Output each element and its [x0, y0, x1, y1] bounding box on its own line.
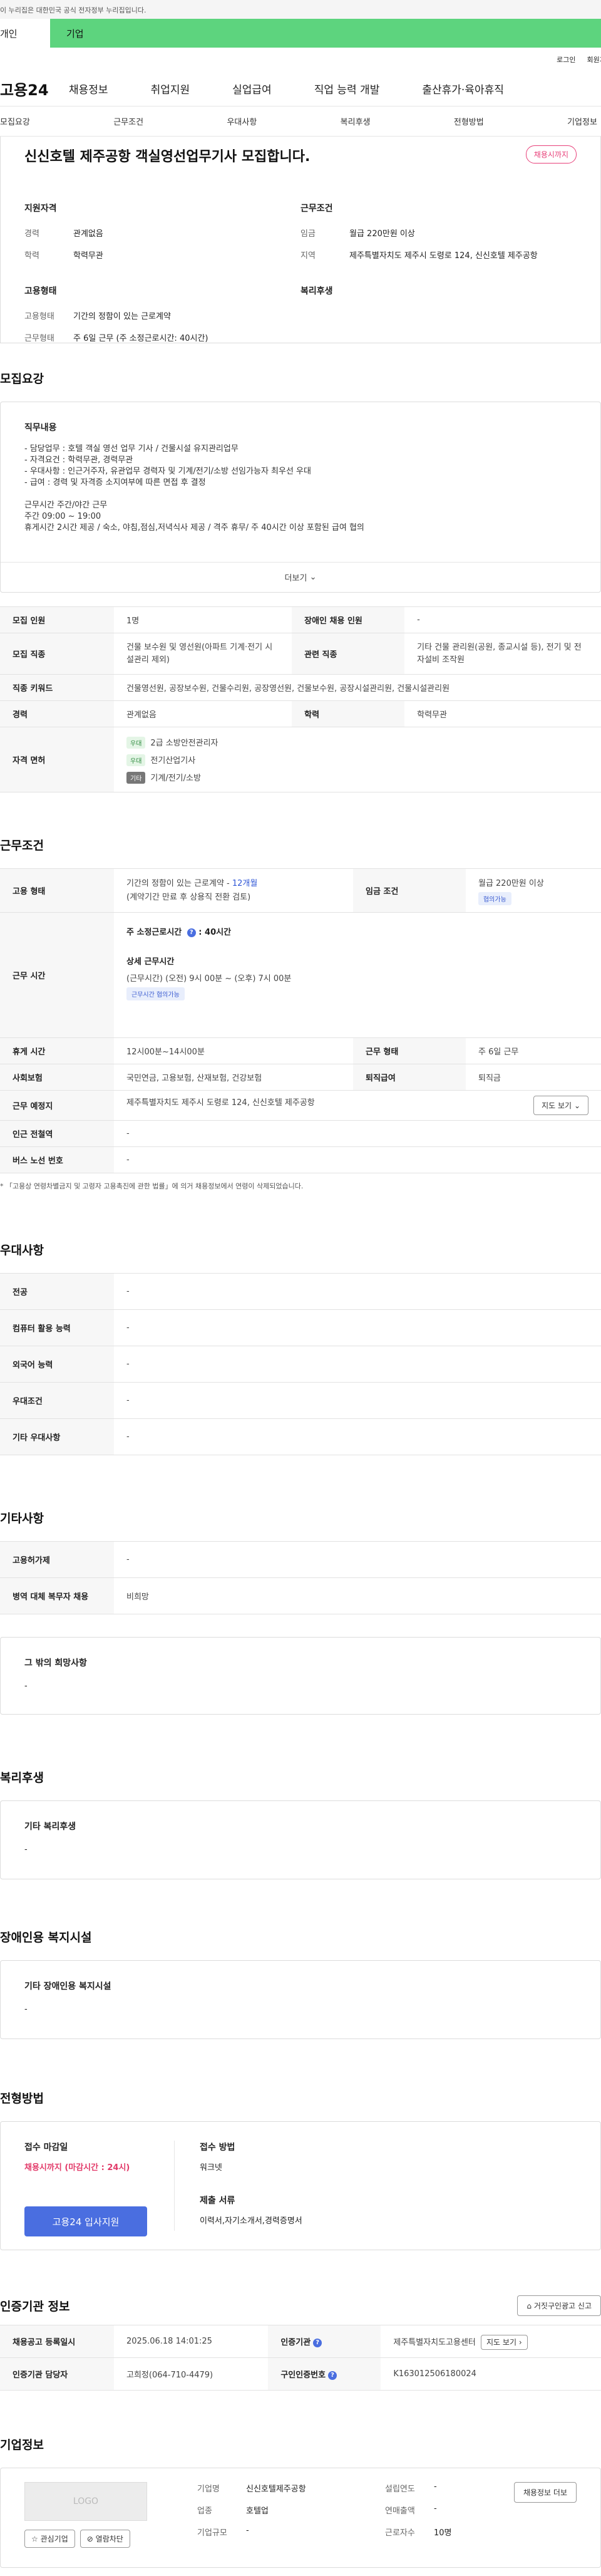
subnav-pref[interactable]: 우대사항	[227, 115, 257, 127]
disabled-fac-section-title: 장애인용 복지시설	[0, 1931, 92, 1945]
gnb-leave[interactable]: 출산휴가·육아휴직	[422, 81, 504, 96]
subnav-work[interactable]: 근무조건	[113, 115, 143, 127]
gnb-unemployment-benefit[interactable]: 실업급여	[232, 81, 272, 96]
info-icon[interactable]: ?	[313, 2338, 322, 2347]
condition-block: 근무조건 임금 월급 220만원 이상 지역 제주특별자치도 제주시 도령로 124…	[300, 204, 538, 261]
info-icon[interactable]: ?	[328, 2371, 337, 2380]
recruit-table: 모집 인원 1명 장애인 채용 인원 - 모집 직종 건물 보수원 및 영선원(…	[0, 606, 601, 792]
more-button[interactable]: 더보기 ⌄	[1, 562, 600, 592]
company-logo-block: LOGO ☆ 관심기업 ⊘ 열람차단	[24, 2482, 197, 2553]
method-block: 접수 방법 워크넷 제출 서류 이력서,자기소개서,경력증명서	[200, 2142, 302, 2226]
gov-banner: 이 누리집은 대한민국 공식 전자정부 누리집입니다.	[0, 0, 601, 19]
work-table: 고용 형태 기간의 정함이 있는 근로계약 - 12개월 (계약기간 만료 후 …	[0, 868, 601, 1173]
chevron-right-icon: ›	[518, 2338, 522, 2347]
license-list: 우대 2급 소방안전관리자 우대 전기산업기사 기타 기계/전기/소방	[114, 727, 601, 792]
deadline-block: 접수 마감일 채용시까지 (마감시간 : 24시) 고용24 입사지원	[24, 2141, 175, 2236]
duty-text: - 담당업무 : 호텔 객실 영선 업무 기사 / 건물시설 유지관리업무 - 자…	[24, 444, 577, 534]
duty-line: 주간 09:00 ~ 19:00	[24, 512, 101, 521]
agency-map-button[interactable]: 지도 보기 ›	[481, 2335, 528, 2350]
company-logo: LOGO	[24, 2482, 147, 2521]
report-button[interactable]: ⌂ 거짓구인광고 신고	[517, 2295, 601, 2316]
job-title: 신신호텔 제주공항 객실영선업무기사 모집합니다.	[24, 149, 311, 165]
duty-line	[24, 489, 577, 500]
company-section-title: 기업정보	[0, 2438, 44, 2452]
selection-section-title: 전형방법	[0, 2092, 44, 2106]
qualification-block: 지원자격 경력 관계없음 학력 학력무관	[24, 204, 103, 261]
login-link[interactable]: 로그인	[557, 55, 575, 65]
apply-button[interactable]: 고용24 입사지원	[24, 2206, 147, 2236]
ban-icon: ⊘	[86, 2535, 93, 2543]
pref-section-title: 우대사항	[0, 1244, 44, 1257]
duty-line: 근무시간 주간/야간 근무	[24, 501, 108, 510]
welfare-box: 기타 복리후생 -	[0, 1800, 601, 1879]
age-note: * 「고용상 연령차별금지 및 고령자 고용촉진에 관한 법률」에 의거 채용정…	[0, 1182, 304, 1190]
status-badge: 채용시까지	[525, 145, 577, 164]
company-info-left: 기업명 신신호텔제주공항 업종 호텔업 기업규모 -	[197, 2485, 306, 2538]
chevron-down-icon: ⌄	[573, 1101, 580, 1110]
subnav-company[interactable]: 기업정보	[567, 115, 597, 127]
selection-box: 접수 마감일 채용시까지 (마감시간 : 24시) 고용24 입사지원 접수 방…	[0, 2121, 601, 2250]
block-button[interactable]: ⊘ 열람차단	[80, 2530, 130, 2548]
gnb-employment-support[interactable]: 취업지원	[151, 81, 190, 96]
tab-company[interactable]: 기업	[50, 19, 601, 48]
duty-box: 직무내용 - 담당업무 : 호텔 객실 영선 업무 기사 / 건물시설 유지관리…	[0, 402, 601, 593]
etc-section-title: 기타사항	[0, 1512, 44, 1525]
duty-line: 휴게시간 2시간 제공 / 숙소, 야침,점심,저녁식사 제공 / 격주 휴무/…	[24, 523, 364, 532]
subnav-welfare[interactable]: 복리후생	[341, 115, 371, 127]
duty-line: - 자격요건 : 학력무관, 경력무관	[24, 455, 133, 465]
section-nav: 모집요강 근무조건 우대사항 복리후생 전형방법 기업정보	[0, 106, 601, 137]
house-icon: ⌂	[527, 2302, 532, 2310]
company-jobs-button[interactable]: 채용정보 더보	[513, 2482, 577, 2503]
site-logo[interactable]: 고용24	[0, 78, 69, 100]
welfare-summary-block: 복리후생	[300, 286, 333, 296]
member-type-tabs: 개인 기업	[0, 19, 601, 48]
gnb-training[interactable]: 직업 능력 개발	[314, 81, 380, 96]
work-section-title: 근무조건	[0, 839, 44, 853]
subnav-selection[interactable]: 전형방법	[454, 115, 484, 127]
chevron-down-icon: ⌄	[309, 573, 317, 582]
info-icon[interactable]: ?	[187, 928, 196, 937]
employment-type-block: 고용형태 고용형태 기간의 정함이 있는 근로계약 근무형태 주 6일 근무 (주 …	[24, 286, 208, 343]
recruit-section-title: 모집요강	[0, 372, 44, 386]
agency-table: 채용공고 등록일시 2025.06.18 14:01:25 인증기관? 제주특별…	[0, 2325, 601, 2391]
etc-wish-box: 그 밖의 희망사항 -	[0, 1637, 601, 1715]
global-nav: 고용24 채용정보 취업지원 실업급여 직업 능력 개발 출산휴가·육아휴직	[0, 71, 601, 106]
etc-table: 고용허가제 - 병역 대체 복무자 채용 비희망	[0, 1541, 601, 1614]
util-links: 로그인 회원가입	[0, 48, 601, 71]
tab-personal[interactable]: 개인	[0, 19, 50, 48]
gnb-jobs[interactable]: 채용정보	[69, 81, 108, 96]
duty-line: - 담당업무 : 호텔 객실 영선 업무 기사 / 건물시설 유지관리업무	[24, 444, 239, 454]
duty-line: - 우대사항 : 인근거주자, 유관업무 경력자 및 기계/전기/소방 선임가능…	[24, 467, 311, 476]
subnav-recruit[interactable]: 모집요강	[0, 115, 30, 127]
map-button[interactable]: 지도 보기 ⌄	[533, 1096, 588, 1115]
welfare-section-title: 복리후생	[0, 1771, 44, 1785]
company-info-right: 설립연도 - 연매출액 - 근로자수 10명	[385, 2482, 452, 2538]
company-box: LOGO ☆ 관심기업 ⊘ 열람차단 기업명 신신호텔제주공항 업종 호텔업 기업규…	[0, 2468, 601, 2568]
agency-section-title: 인증기관 정보	[0, 2300, 70, 2314]
star-icon: ☆	[31, 2535, 38, 2543]
interest-button[interactable]: ☆ 관심기업	[24, 2530, 75, 2548]
job-summary-card: 신신호텔 제주공항 객실영선업무기사 모집합니다. 채용시까지 지원자격 경력 관…	[0, 137, 601, 343]
disabled-fac-box: 기타 장애인용 복지시설 -	[0, 1960, 601, 2039]
pref-table: 전공 - 컴퓨터 활용 능력 - 외국어 능력 - 우대조건 - 기타 우대사항 -	[0, 1273, 601, 1455]
join-link[interactable]: 회원가입	[587, 55, 601, 65]
duty-line: - 급여 : 경력 및 자격증 소지여부에 따른 면접 후 결정	[24, 478, 206, 487]
